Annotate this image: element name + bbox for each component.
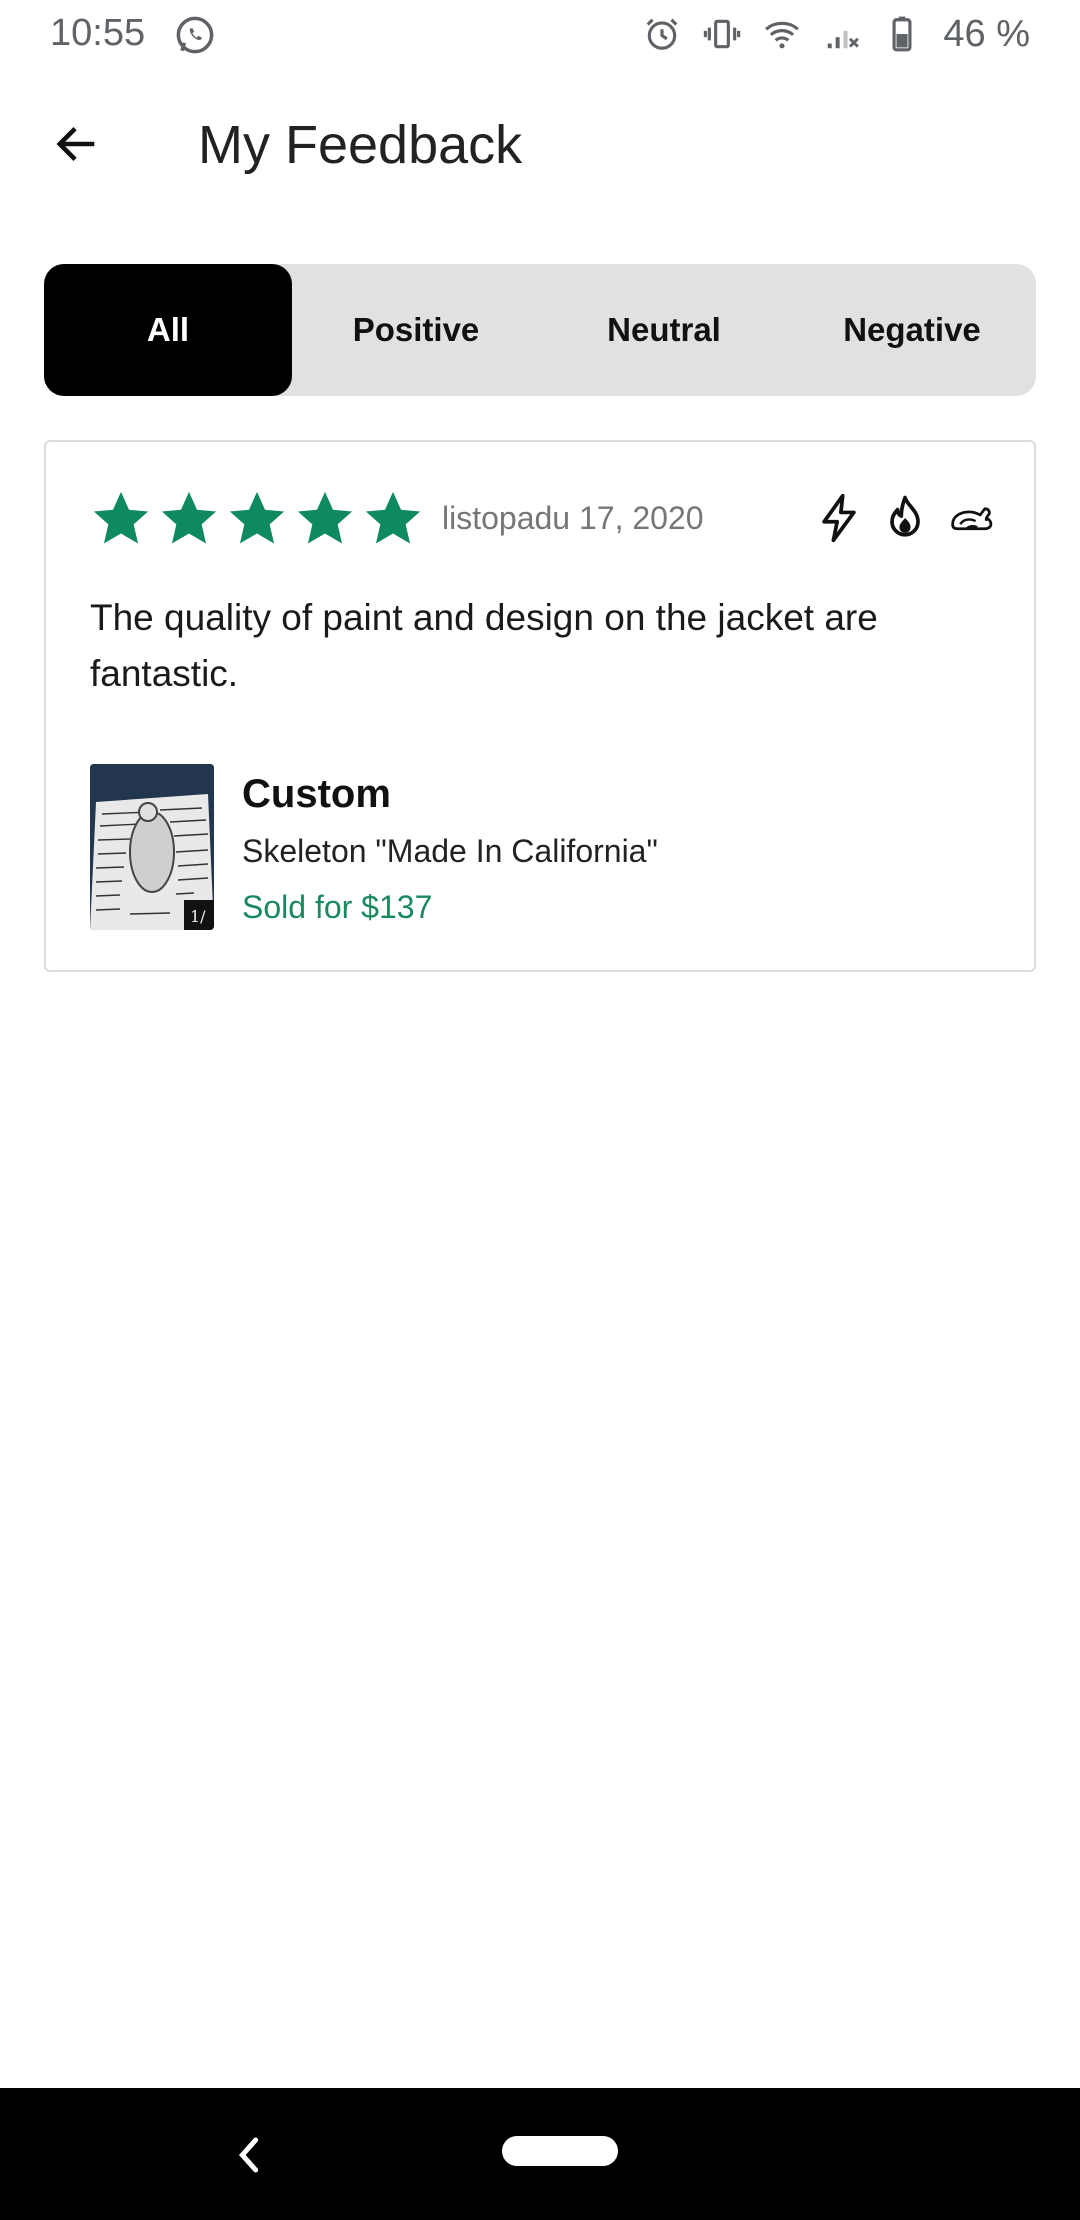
- vibrate-icon: [704, 19, 741, 49]
- arrow-left-icon: [56, 127, 95, 161]
- star-icon: [229, 491, 285, 544]
- item-thumbnail[interactable]: 1/: [90, 764, 214, 930]
- battery-icon: [892, 16, 912, 52]
- jacket-image: 1/: [90, 764, 214, 930]
- star-icon: [365, 491, 421, 544]
- lightning-icon: [822, 493, 856, 543]
- flame-icon: [890, 495, 920, 537]
- star-rating: [90, 488, 424, 550]
- whatsapp-icon: [176, 16, 214, 54]
- item-info: Custom Skeleton "Made In California" Sol…: [242, 768, 658, 928]
- feedback-card[interactable]: listopadu 17, 2020 The quality of paint …: [44, 440, 1036, 972]
- item-name[interactable]: Skeleton "Made In California": [242, 830, 658, 872]
- page-title: My Feedback: [198, 115, 523, 175]
- seller-badges: [816, 492, 994, 544]
- rabbit-icon: [951, 507, 993, 531]
- item-brand: Custom: [242, 772, 391, 816]
- home-pill-icon[interactable]: [502, 2136, 618, 2166]
- app-header: My Feedback: [0, 100, 1080, 190]
- svg-text:1/: 1/: [190, 907, 206, 926]
- signal-icon: [828, 30, 860, 49]
- review-date: listopadu 17, 2020: [442, 500, 704, 536]
- tab-neutral[interactable]: Neutral: [540, 264, 788, 396]
- alarm-icon: [647, 18, 678, 50]
- status-bar: 10:55 46 %: [0, 0, 1080, 68]
- tab-positive[interactable]: Positive: [292, 264, 540, 396]
- status-time: 10:55: [50, 12, 146, 54]
- tab-all[interactable]: All: [44, 264, 292, 396]
- item-sold-price: Sold for $137: [242, 889, 433, 925]
- battery-percent: 46 %: [943, 12, 1030, 55]
- status-icons: 46 %: [643, 12, 1030, 56]
- back-button[interactable]: [44, 114, 110, 174]
- star-icon: [161, 491, 217, 544]
- star-icon: [297, 491, 353, 544]
- feedback-filter-tabs: All Positive Neutral Negative: [44, 264, 1036, 396]
- system-nav-bar: [0, 2088, 1080, 2220]
- chevron-left-icon: [238, 2137, 259, 2173]
- tab-negative[interactable]: Negative: [788, 264, 1036, 396]
- nav-back-button[interactable]: [222, 2128, 276, 2182]
- review-text: The quality of paint and design on the j…: [90, 597, 878, 694]
- star-icon: [93, 491, 149, 544]
- wifi-icon: [765, 21, 800, 49]
